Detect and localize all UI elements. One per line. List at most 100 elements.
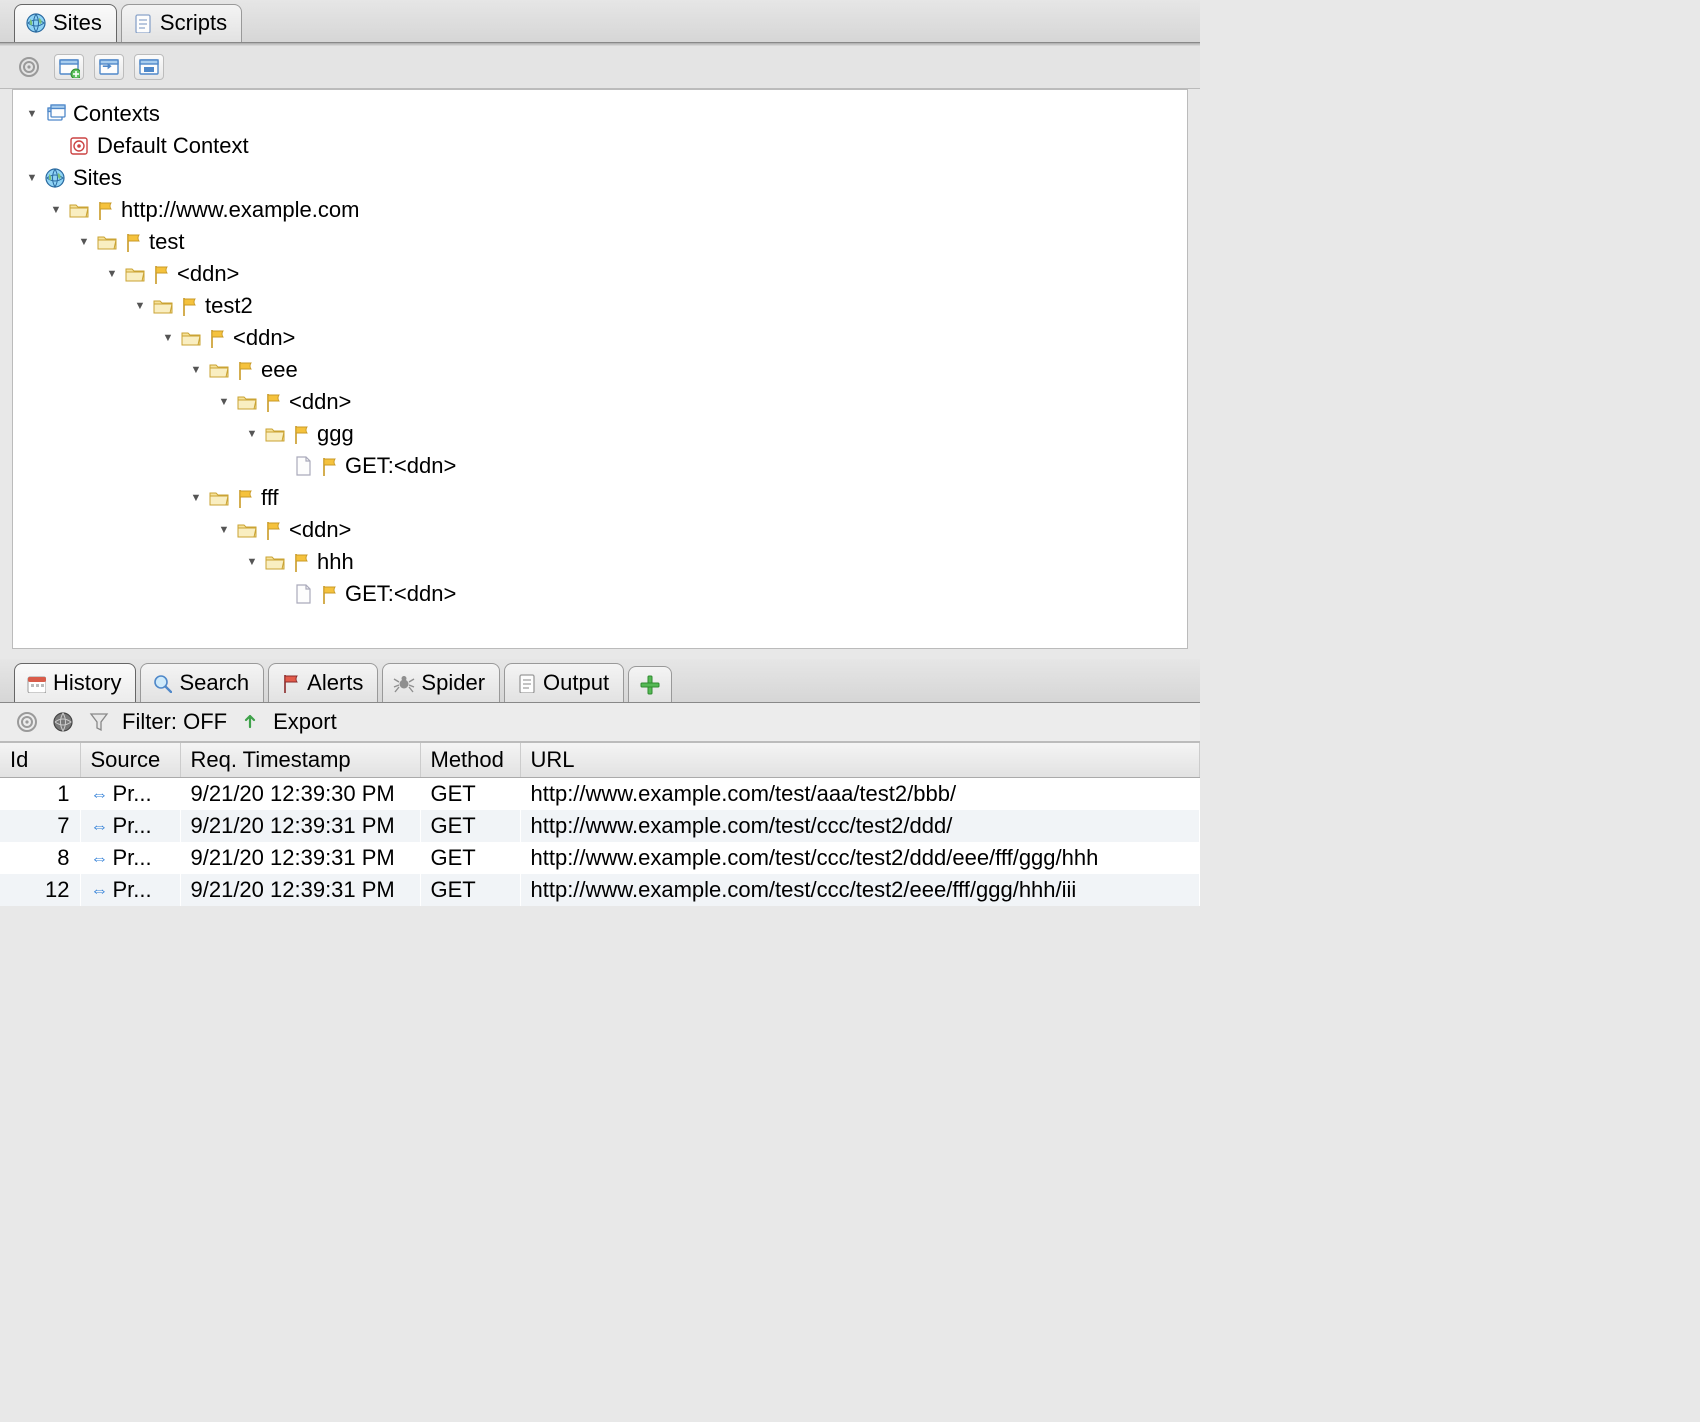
- tree-node-sites[interactable]: ▼ Sites: [21, 162, 1187, 194]
- new-context-button[interactable]: [54, 54, 84, 80]
- tab-spider[interactable]: Spider: [382, 663, 500, 702]
- tree-node-eee[interactable]: ▼ eee: [21, 354, 1187, 386]
- tab-scripts[interactable]: Scripts: [121, 4, 242, 42]
- cell-timestamp: 9/21/20 12:39:31 PM: [180, 810, 420, 842]
- plus-icon: [639, 674, 661, 696]
- history-panel: History Search Alerts Spider Output Filt…: [0, 659, 1200, 906]
- add-tab-button[interactable]: [628, 666, 672, 702]
- alert-flag-icon: [279, 672, 301, 694]
- tree-node-ddn1[interactable]: ▼ <ddn>: [21, 258, 1187, 290]
- tab-sites[interactable]: Sites: [14, 4, 117, 42]
- tree-node-ddn2[interactable]: ▼ <ddn>: [21, 322, 1187, 354]
- chevron-down-icon[interactable]: ▼: [217, 523, 231, 537]
- tab-scripts-label: Scripts: [160, 10, 227, 36]
- node-label: hhh: [315, 549, 354, 575]
- col-source[interactable]: Source: [80, 743, 180, 778]
- node-label: test: [147, 229, 184, 255]
- tab-output[interactable]: Output: [504, 663, 624, 702]
- tab-history[interactable]: History: [14, 663, 136, 702]
- cell-source: ⇔Pr...: [80, 842, 180, 874]
- tree-node-hhh[interactable]: ▼ hhh: [21, 546, 1187, 578]
- chevron-down-icon[interactable]: ▼: [189, 491, 203, 505]
- cell-source: ⇔Pr...: [80, 778, 180, 811]
- node-label: Default Context: [95, 133, 249, 159]
- arrows-icon: ⇔: [91, 784, 109, 805]
- table-row[interactable]: 1⇔Pr...9/21/20 12:39:30 PMGEThttp://www.…: [0, 778, 1200, 811]
- globe-dark-icon[interactable]: [50, 709, 76, 735]
- export-button[interactable]: Export: [273, 709, 337, 735]
- tree-node-ggg[interactable]: ▼ ggg: [21, 418, 1187, 450]
- col-id[interactable]: Id: [0, 743, 80, 778]
- sites-toolbar: [0, 46, 1200, 89]
- tree-node-get2[interactable]: ▼ GET:<ddn>: [21, 578, 1187, 610]
- context-icon: [67, 134, 91, 158]
- folder-icon: [263, 550, 287, 574]
- col-method[interactable]: Method: [420, 743, 520, 778]
- flag-icon: [263, 392, 283, 412]
- table-header-row[interactable]: Id Source Req. Timestamp Method URL: [0, 743, 1200, 778]
- tree-node-default-context[interactable]: ▼ Default Context: [21, 130, 1187, 162]
- cell-id: 8: [0, 842, 80, 874]
- col-url[interactable]: URL: [520, 743, 1200, 778]
- tab-search[interactable]: Search: [140, 663, 264, 702]
- import-context-button[interactable]: [94, 54, 124, 80]
- node-label: <ddn>: [287, 389, 351, 415]
- filter-label[interactable]: Filter: OFF: [122, 709, 227, 735]
- tree-node-contexts[interactable]: ▼ Contexts: [21, 98, 1187, 130]
- sites-tree-panel: ▼ Contexts ▼ Default Context ▼ Sites ▼ h…: [12, 89, 1188, 649]
- folder-icon: [67, 198, 91, 222]
- chevron-down-icon[interactable]: ▼: [77, 235, 91, 249]
- node-label: <ddn>: [175, 261, 239, 287]
- chevron-down-icon[interactable]: ▼: [133, 299, 147, 313]
- tree-node-get1[interactable]: ▼ GET:<ddn>: [21, 450, 1187, 482]
- tree-node-test[interactable]: ▼ test: [21, 226, 1187, 258]
- table-row[interactable]: 8⇔Pr...9/21/20 12:39:31 PMGEThttp://www.…: [0, 842, 1200, 874]
- cell-timestamp: 9/21/20 12:39:31 PM: [180, 874, 420, 906]
- flag-icon: [319, 456, 339, 476]
- chevron-down-icon[interactable]: ▼: [25, 107, 39, 121]
- sites-tree[interactable]: ▼ Contexts ▼ Default Context ▼ Sites ▼ h…: [13, 96, 1187, 612]
- flag-icon: [291, 552, 311, 572]
- chevron-down-icon[interactable]: ▼: [217, 395, 231, 409]
- tree-node-ddn3[interactable]: ▼ <ddn>: [21, 386, 1187, 418]
- flag-icon: [235, 360, 255, 380]
- sites-panel: Sites Scripts ▼ Contexts ▼ Default Conte…: [0, 0, 1200, 649]
- tab-label: Output: [543, 670, 609, 696]
- flag-icon: [179, 296, 199, 316]
- table-row[interactable]: 7⇔Pr...9/21/20 12:39:31 PMGEThttp://www.…: [0, 810, 1200, 842]
- history-toolbar: Filter: OFF Export: [0, 703, 1200, 742]
- cell-method: GET: [420, 810, 520, 842]
- flag-icon: [95, 200, 115, 220]
- history-table-wrap: Id Source Req. Timestamp Method URL 1⇔Pr…: [0, 742, 1200, 906]
- chevron-down-icon[interactable]: ▼: [189, 363, 203, 377]
- tree-node-site-root[interactable]: ▼ http://www.example.com: [21, 194, 1187, 226]
- target-icon: [14, 709, 40, 735]
- tab-label: Search: [179, 670, 249, 696]
- funnel-icon[interactable]: [86, 709, 112, 735]
- chevron-down-icon[interactable]: ▼: [105, 267, 119, 281]
- tab-alerts[interactable]: Alerts: [268, 663, 378, 702]
- tab-label: History: [53, 670, 121, 696]
- col-timestamp[interactable]: Req. Timestamp: [180, 743, 420, 778]
- cell-url: http://www.example.com/test/ccc/test2/dd…: [520, 842, 1200, 874]
- top-tabstrip: Sites Scripts: [0, 0, 1200, 43]
- tree-node-fff[interactable]: ▼ fff: [21, 482, 1187, 514]
- chevron-down-icon[interactable]: ▼: [25, 171, 39, 185]
- history-table[interactable]: Id Source Req. Timestamp Method URL 1⇔Pr…: [0, 743, 1200, 906]
- node-label: test2: [203, 293, 253, 319]
- export-context-button[interactable]: [134, 54, 164, 80]
- chevron-down-icon[interactable]: ▼: [161, 331, 175, 345]
- table-row[interactable]: 12⇔Pr...9/21/20 12:39:31 PMGEThttp://www…: [0, 874, 1200, 906]
- tree-node-test2[interactable]: ▼ test2: [21, 290, 1187, 322]
- cell-url: http://www.example.com/test/ccc/test2/dd…: [520, 810, 1200, 842]
- cell-url: http://www.example.com/test/aaa/test2/bb…: [520, 778, 1200, 811]
- chevron-down-icon[interactable]: ▼: [245, 427, 259, 441]
- chevron-down-icon[interactable]: ▼: [245, 555, 259, 569]
- cell-method: GET: [420, 778, 520, 811]
- page-icon: [291, 582, 315, 606]
- folder-icon: [235, 518, 259, 542]
- tree-node-ddn4[interactable]: ▼ <ddn>: [21, 514, 1187, 546]
- chevron-down-icon[interactable]: ▼: [49, 203, 63, 217]
- flag-icon: [291, 424, 311, 444]
- folder-icon: [179, 326, 203, 350]
